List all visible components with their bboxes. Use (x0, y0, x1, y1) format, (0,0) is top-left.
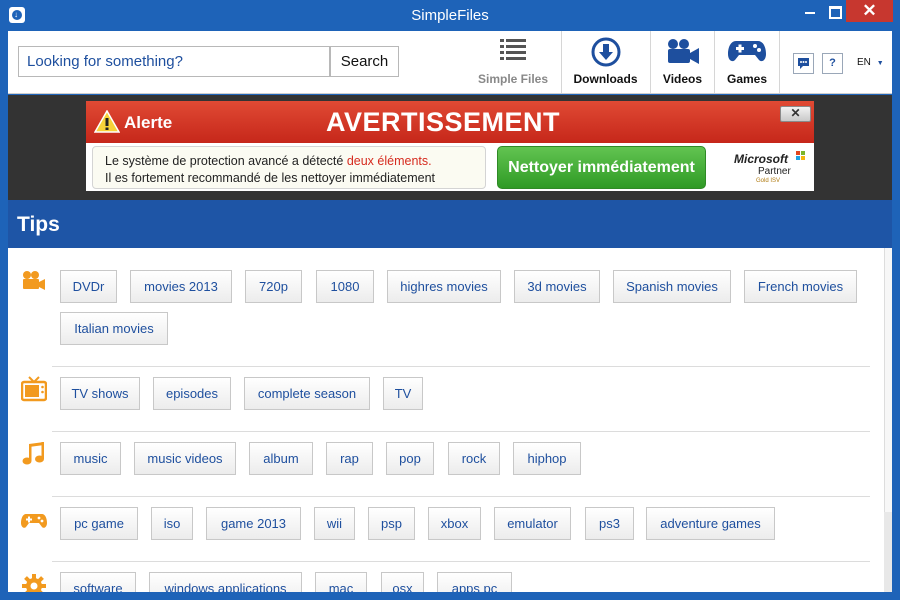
tag-button[interactable]: complete season (244, 377, 370, 410)
tag-button[interactable]: music (60, 442, 121, 475)
tag-button[interactable]: TV (383, 377, 423, 410)
nav-label: Games (726, 72, 768, 86)
nav-downloads[interactable]: Downloads (562, 31, 649, 93)
partner-label: Partner (758, 166, 791, 177)
ad-clean-button[interactable]: Nettoyer immédiatement (497, 146, 706, 189)
tag-button[interactable]: episodes (153, 377, 231, 410)
ad-title: AVERTISSEMENT (326, 107, 561, 137)
gamepad-icon (728, 41, 766, 62)
ad-message-highlight: deux éléments. (346, 154, 432, 168)
warning-icon (94, 110, 120, 133)
video-camera-icon (667, 39, 699, 64)
tag-button[interactable]: iso (151, 507, 193, 540)
music-note-icon (22, 442, 44, 465)
tag-button[interactable]: emulator (494, 507, 571, 540)
tag-button[interactable]: game 2013 (206, 507, 301, 540)
tag-button[interactable]: ps3 (585, 507, 634, 540)
category-software: software windows applications mac osx ap… (8, 561, 870, 592)
tag-button[interactable]: music videos (134, 442, 236, 475)
tag-button[interactable]: rap (326, 442, 373, 475)
ad-message-text: Il es fortement recommandé de les nettoy… (105, 171, 436, 185)
tag-button[interactable]: pc game (60, 507, 138, 540)
close-button[interactable]: ✕ (846, 0, 893, 22)
tag-button[interactable]: apps pc (437, 572, 512, 592)
scrollbar-thumb[interactable] (884, 248, 892, 512)
window-title: SimpleFiles (411, 7, 489, 24)
toolbar: Search Simple Files Downloads Videos Gam… (8, 31, 892, 94)
tag-button[interactable]: highres movies (387, 270, 501, 303)
tag-button[interactable]: psp (368, 507, 415, 540)
tag-button[interactable]: 720p (245, 270, 302, 303)
tag-button[interactable]: xbox (428, 507, 481, 540)
microsoft-logo: Microsoft (734, 152, 788, 166)
window-bottom-border (0, 592, 900, 600)
gold-isv-label: Gold ISV (756, 178, 781, 184)
tips-title: Tips (17, 213, 60, 236)
maximize-button[interactable] (822, 0, 846, 22)
chat-button[interactable] (793, 53, 814, 74)
nav-label: Simple Files (477, 72, 549, 86)
ad-header: Alerte AVERTISSEMENT ✕ (86, 101, 814, 143)
ad-close-button[interactable]: ✕ (780, 106, 811, 122)
tag-button[interactable]: 3d movies (514, 270, 600, 303)
language-label: EN (857, 57, 871, 68)
ad-alert-label: Alerte (124, 113, 173, 132)
nav-simple-files[interactable]: Simple Files (468, 31, 558, 93)
nav-videos[interactable]: Videos (651, 31, 714, 93)
gear-icon (22, 574, 46, 592)
tag-button[interactable]: wii (314, 507, 355, 540)
category-games: pc game iso game 2013 wii psp xbox emula… (8, 496, 870, 562)
ad-body: Le système de protection avancé a détect… (86, 143, 814, 191)
nav-games[interactable]: Games (715, 31, 779, 93)
tag-button[interactable]: adventure games (646, 507, 775, 540)
tag-button[interactable]: mac (315, 572, 367, 592)
gamepad-icon (21, 514, 47, 528)
tag-button[interactable]: French movies (744, 270, 857, 303)
tv-icon (21, 376, 47, 402)
download-icon (591, 37, 620, 67)
tag-button[interactable]: movies 2013 (130, 270, 232, 303)
tag-button[interactable]: osx (381, 572, 424, 592)
category-movies: DVDr movies 2013 720p 1080 highres movie… (8, 248, 870, 367)
tag-button[interactable]: Spanish movies (613, 270, 731, 303)
nav-label: Videos (662, 72, 703, 86)
chat-icon (798, 58, 809, 69)
language-selector[interactable]: EN ▼ (857, 57, 884, 68)
tag-button[interactable]: pop (386, 442, 434, 475)
windows-logo-icon (796, 151, 805, 160)
nav-label: Downloads (573, 72, 638, 86)
tag-button[interactable]: DVDr (60, 270, 117, 303)
tag-button[interactable]: rock (448, 442, 500, 475)
category-music: music music videos album rap pop rock hi… (8, 431, 870, 497)
minimize-button[interactable] (798, 0, 822, 22)
video-camera-icon (23, 271, 45, 290)
category-tv: TV shows episodes complete season TV (8, 366, 870, 432)
tag-button[interactable]: hiphop (513, 442, 581, 475)
ad-message-text: Le système de protection avancé a détect… (105, 154, 344, 168)
help-button[interactable]: ? (822, 53, 843, 74)
warning-ad[interactable]: Alerte AVERTISSEMENT ✕ Le système de pro… (86, 101, 814, 191)
search-button[interactable]: Search (330, 46, 399, 77)
chevron-down-icon: ▼ (876, 60, 884, 67)
title-bar: ↓ SimpleFiles ✕ (0, 0, 900, 31)
tag-button[interactable]: software (60, 572, 136, 592)
tag-button[interactable]: TV shows (60, 377, 140, 410)
tag-button[interactable]: 1080 (316, 270, 374, 303)
tag-button[interactable]: windows applications (149, 572, 302, 592)
tag-button[interactable]: Italian movies (60, 312, 168, 345)
tag-button[interactable]: album (249, 442, 313, 475)
tips-header: Tips (8, 200, 892, 248)
tips-content: DVDr movies 2013 720p 1080 highres movie… (8, 248, 884, 592)
ad-message: Le système de protection avancé a détect… (92, 146, 486, 189)
search-input[interactable] (18, 46, 330, 77)
list-icon (500, 39, 526, 60)
ad-banner-area: Alerte AVERTISSEMENT ✕ Le système de pro… (8, 95, 892, 200)
